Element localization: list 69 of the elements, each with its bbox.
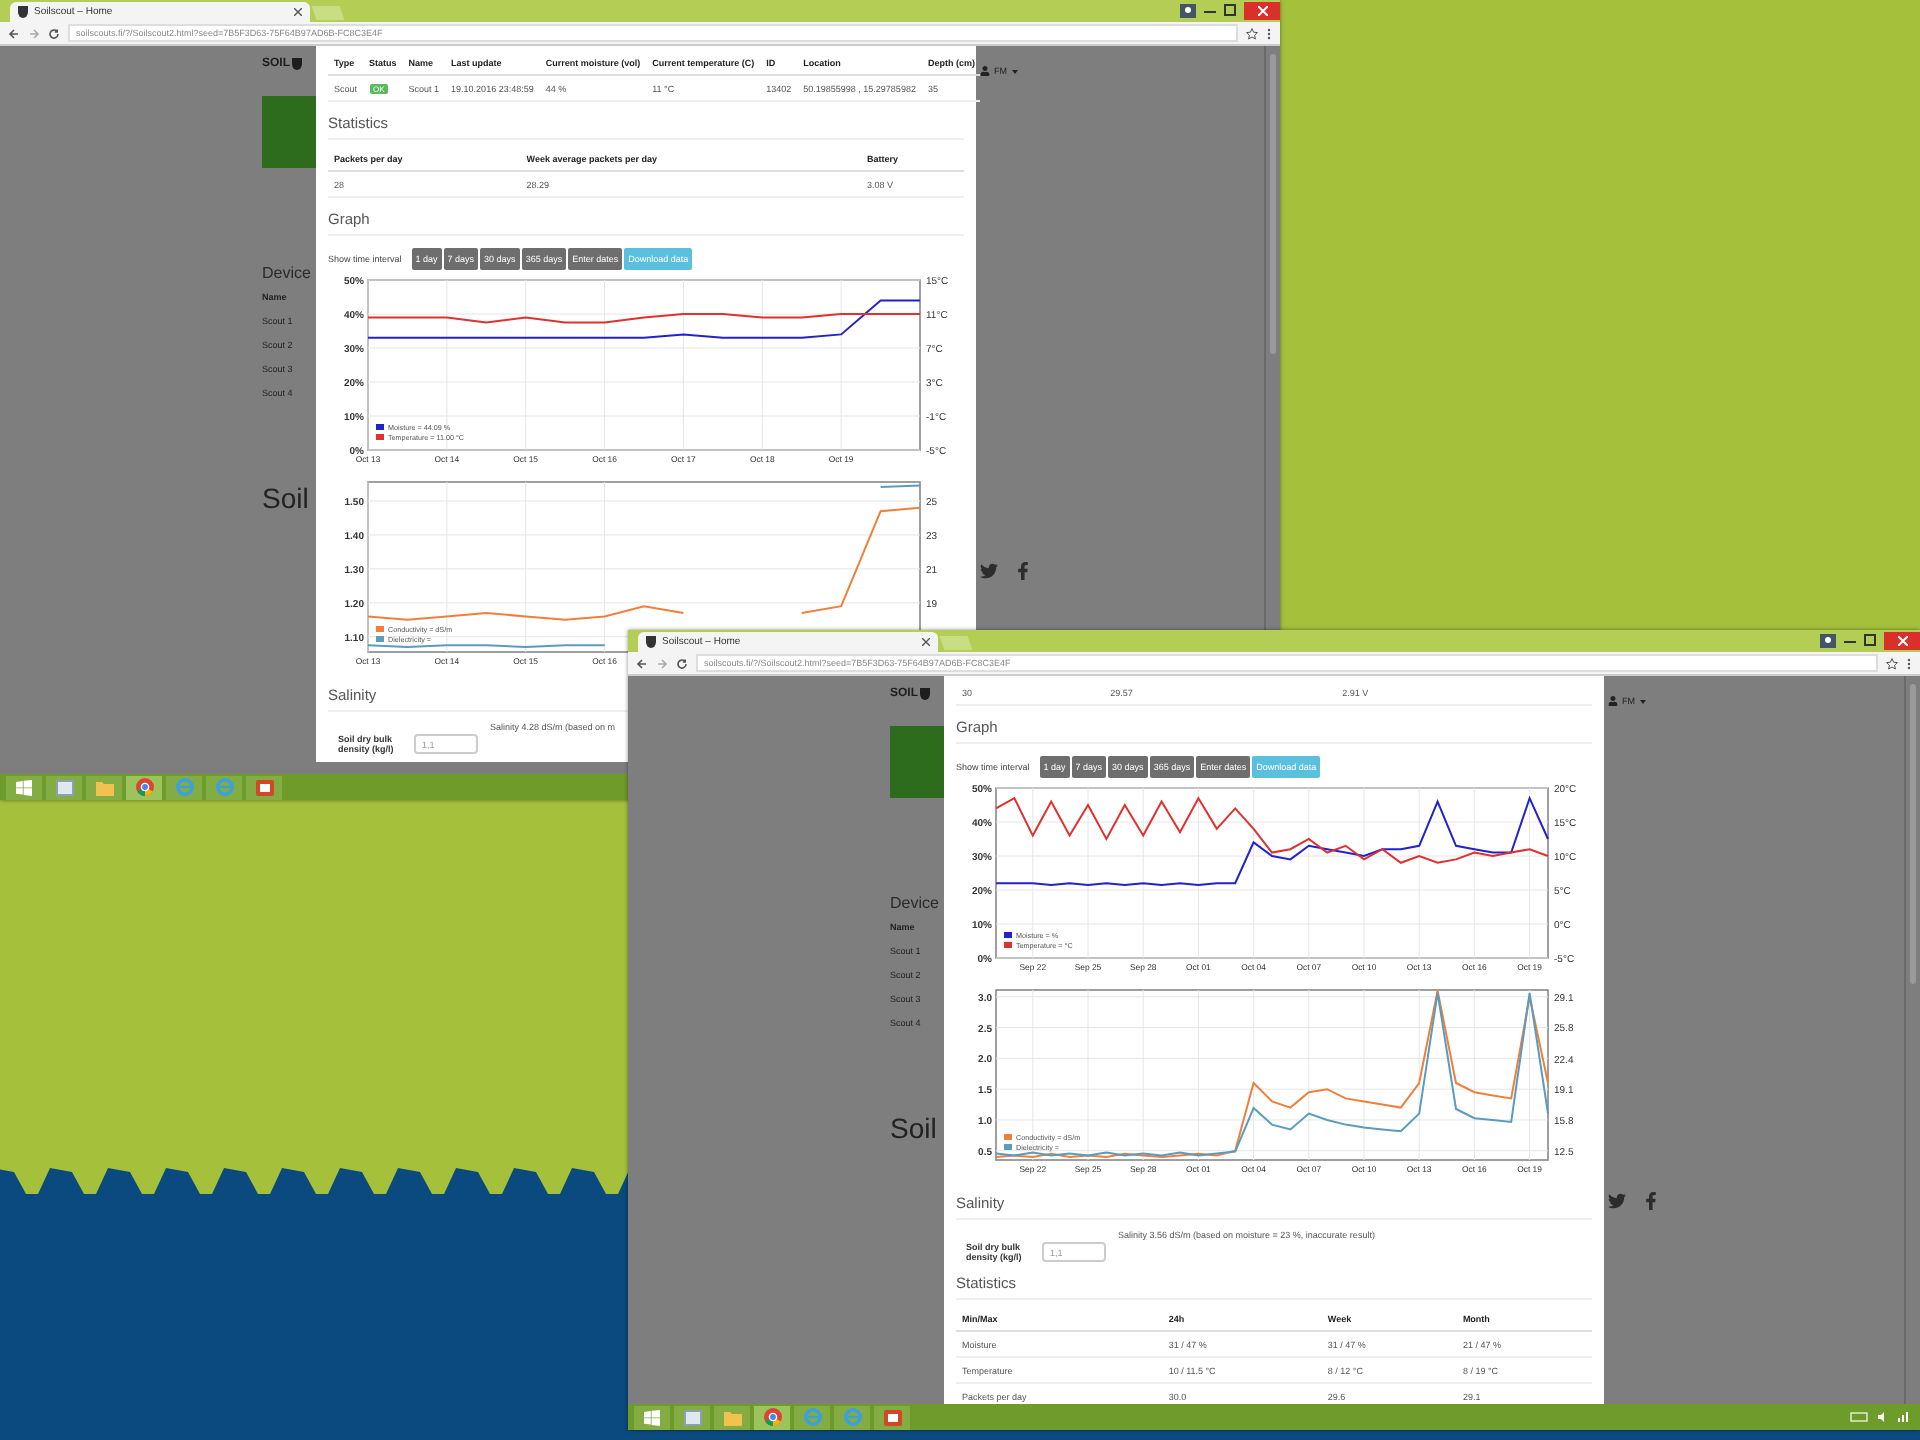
f-logo-icon[interactable] [1642,1192,1660,1210]
legend-swatch [376,424,384,430]
taskbar-button[interactable] [634,1405,670,1429]
person-icon [1608,696,1618,706]
back-icon[interactable] [636,657,648,669]
globe-icon [843,1408,861,1426]
forward-icon[interactable] [28,27,40,39]
close-button[interactable] [1884,631,1920,649]
devices-heading: Device [262,264,313,282]
back-icon[interactable] [8,27,20,39]
taskbar-button[interactable] [46,775,82,799]
footer-title: Soil [890,1112,939,1144]
window-icon [55,779,73,795]
star-icon[interactable] [1246,27,1258,39]
shield-icon [292,58,303,70]
legend-swatch [1004,1134,1012,1140]
globe-icon [215,778,233,796]
bird-icon[interactable] [980,562,998,580]
keyboard-icon [1850,1412,1868,1422]
legend-swatch [376,636,384,642]
shield-icon [18,6,28,18]
legend-swatch [376,434,384,440]
legend-swatch [376,626,384,632]
start-icon [644,1409,660,1425]
bird-icon[interactable] [1608,1192,1626,1210]
star-icon[interactable] [1886,657,1898,669]
footer-title: Soil [262,482,311,514]
folder-icon [95,779,113,795]
folder-icon [723,1409,741,1425]
start-icon [16,779,32,795]
taskbar-button[interactable] [754,1405,790,1429]
close-button[interactable] [1244,1,1280,19]
close-icon [1257,5,1267,15]
browser-icon [135,778,153,796]
presentation-icon [883,1409,901,1425]
caret-icon [1639,699,1645,703]
taskbar-button[interactable] [126,775,162,799]
maximize-icon[interactable] [1864,634,1876,646]
taskbar-button[interactable] [874,1405,910,1429]
maximize-icon[interactable] [1224,4,1236,16]
network-icon [1898,1412,1908,1422]
browser-icon [763,1408,781,1426]
shield-icon [920,688,931,700]
close-icon[interactable] [922,638,930,646]
taskbar-button[interactable] [246,775,282,799]
person-icon [980,66,990,76]
reload-icon[interactable] [676,657,688,669]
profile-icon[interactable] [1180,3,1196,17]
caret-icon [1011,69,1017,73]
close-icon[interactable] [294,8,302,16]
globe-icon [803,1408,821,1426]
presentation-icon [255,779,273,795]
speaker-icon [1878,1412,1888,1422]
close-icon [1897,635,1907,645]
devices-heading: Device [890,894,941,912]
taskbar-button[interactable] [674,1405,710,1429]
profile-icon[interactable] [1820,633,1836,647]
legend-swatch [1004,932,1012,938]
legend-swatch [1004,1144,1012,1150]
shield-icon [646,636,656,648]
forward-icon[interactable] [656,657,668,669]
f-logo-icon[interactable] [1014,562,1032,580]
globe-icon [175,778,193,796]
legend-swatch [1004,942,1012,948]
taskbar-button[interactable] [6,775,42,799]
menu-icon[interactable] [1266,27,1272,39]
window-icon [683,1409,701,1425]
menu-icon[interactable] [1906,657,1912,669]
reload-icon[interactable] [48,27,60,39]
